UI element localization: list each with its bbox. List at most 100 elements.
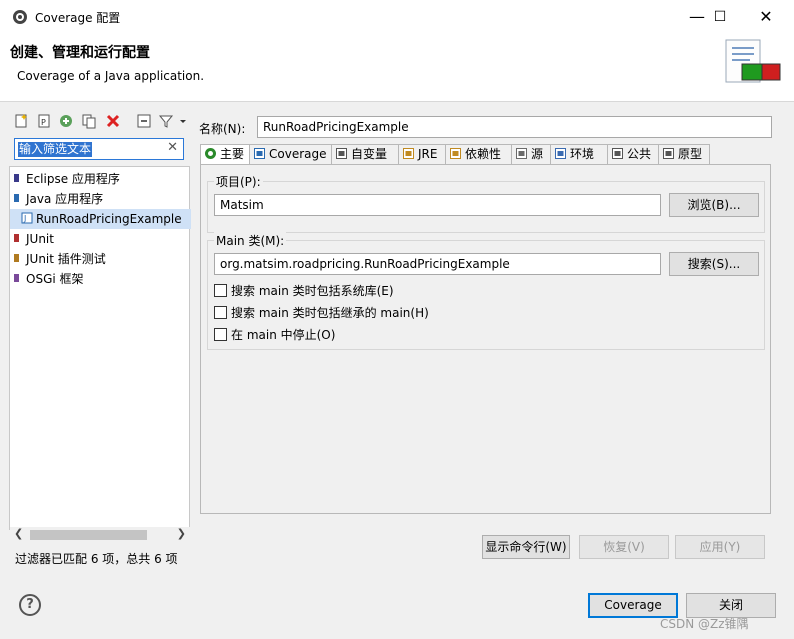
environment-tab-icon (555, 148, 566, 159)
close-window-button[interactable]: ✕ (743, 0, 789, 34)
show-command-line-button[interactable]: 显示命令行(W) (482, 535, 570, 559)
tab-prototype[interactable]: 原型 (658, 144, 710, 164)
apply-button[interactable]: 应用(Y) (675, 535, 765, 559)
filter-status: 过滤器已匹配 6 项，总共 6 项 (15, 552, 178, 566)
tab-label: 公共 (627, 147, 652, 161)
configuration-editor: 名称(N): RunRoadPricingExample 主要 Coverage 自… (193, 110, 778, 570)
header-banner: 创建、管理和运行配置 Coverage of a Java applicatio… (0, 34, 794, 102)
project-group: 项目(P): Matsim 浏览(B)... (207, 173, 765, 233)
main-class-field[interactable]: org.matsim.roadpricing.RunRoadPricingExa… (214, 253, 661, 275)
tree-item[interactable]: JUnit 插件测试 (10, 249, 106, 269)
tab-label: JRE (418, 147, 438, 161)
duplicate-configuration-icon[interactable] (81, 113, 97, 129)
svg-text:P: P (41, 118, 46, 127)
help-icon[interactable]: ? (19, 594, 41, 616)
configuration-toolbar: P (9, 110, 190, 134)
scroll-left-icon[interactable]: ❮ (14, 527, 23, 540)
include-system-libraries-checkbox[interactable]: 搜索 main 类时包括系统库(E) (214, 284, 394, 300)
maximize-button[interactable]: ☐ (697, 0, 743, 34)
stop-in-main-checkbox[interactable]: 在 main 中停止(O) (214, 328, 335, 344)
include-inherited-mains-checkbox[interactable]: 搜索 main 类时包括继承的 main(H) (214, 306, 429, 322)
configuration-tree: Eclipse 应用程序 Java 应用程序 J RunRoadPricingExam… (9, 166, 191, 530)
filter-icon[interactable] (158, 113, 174, 129)
project-field[interactable]: Matsim (214, 194, 661, 216)
dependencies-tab-icon (450, 148, 461, 159)
export-configuration-icon[interactable] (58, 113, 74, 129)
watermark: CSDN @Zz锥隅 (660, 617, 749, 631)
main-tab-icon (205, 148, 216, 159)
window-title: Coverage 配置 (35, 11, 121, 25)
banner-title: 创建、管理和运行配置 (10, 45, 150, 61)
eclipse-app-icon (14, 174, 19, 182)
tree-horizontal-scrollbar[interactable]: ❮ ❯ (10, 527, 190, 543)
tree-item-label: JUnit 插件测试 (26, 252, 106, 266)
new-prototype-icon[interactable]: P (36, 113, 52, 129)
source-tab-icon (516, 148, 527, 159)
svg-text:J: J (23, 214, 26, 223)
arguments-tab-icon (336, 148, 347, 159)
tab-label: 源 (531, 147, 544, 161)
tree-item[interactable]: Java 应用程序 (10, 189, 103, 209)
tab-coverage[interactable]: Coverage (249, 144, 332, 164)
main-class-group-label: Main 类(M): (214, 232, 287, 249)
tab-dependencies[interactable]: 依赖性 (445, 144, 512, 164)
checkbox-box[interactable] (214, 284, 227, 297)
project-group-label: 项目(P): (214, 173, 263, 190)
tab-source[interactable]: 源 (511, 144, 551, 164)
search-button[interactable]: 搜索(S)... (669, 252, 759, 276)
tree-item-label: Eclipse 应用程序 (26, 172, 120, 186)
tab-label: 原型 (678, 147, 703, 161)
tree-item-label: JUnit (26, 232, 54, 246)
prototype-tab-icon (663, 148, 674, 159)
title-bar: Coverage 配置 — ☐ ✕ (0, 0, 794, 34)
filter-input-selected-text: 输入筛选文本 (18, 142, 93, 157)
revert-button[interactable]: 恢复(V) (579, 535, 669, 559)
checkbox-label: 搜索 main 类时包括系统库(E) (231, 284, 394, 298)
tree-item[interactable]: OSGi 框架 (10, 269, 84, 289)
tree-item[interactable]: J RunRoadPricingExample (10, 209, 191, 229)
tab-jre[interactable]: JRE (398, 144, 446, 164)
filter-input-box[interactable]: 输入筛选文本 ✕ (14, 138, 184, 160)
java-app-icon (14, 194, 19, 202)
tree-item[interactable]: Eclipse 应用程序 (10, 169, 120, 189)
eclipse-gear-icon (13, 10, 27, 24)
java-class-icon: J (21, 212, 33, 224)
checkbox-box[interactable] (214, 328, 227, 341)
tree-item-label: RunRoadPricingExample (36, 212, 182, 226)
name-field[interactable]: RunRoadPricingExample (257, 116, 772, 138)
tab-environment[interactable]: 环境 (550, 144, 608, 164)
editor-tabs: 主要 Coverage 自变量 JRE 依赖性 源 环境 公共 原型 (200, 144, 770, 165)
main-tab-content: 项目(P): Matsim 浏览(B)... Main 类(M): org.ma… (200, 164, 771, 514)
main-class-group: Main 类(M): org.matsim.roadpricing.RunRoa… (207, 232, 765, 350)
banner-subtitle: Coverage of a Java application. (17, 69, 205, 83)
new-configuration-icon[interactable] (13, 113, 29, 129)
common-tab-icon (612, 148, 623, 159)
delete-configuration-icon[interactable] (105, 113, 121, 129)
tab-label: 环境 (570, 147, 595, 161)
tree-item[interactable]: JUnit (10, 229, 54, 249)
scrollbar-thumb[interactable] (30, 530, 147, 540)
tree-item-label: Java 应用程序 (26, 192, 104, 206)
tab-common[interactable]: 公共 (607, 144, 659, 164)
scroll-right-icon[interactable]: ❯ (177, 527, 186, 540)
junit-plugin-icon (14, 254, 19, 262)
collapse-all-icon[interactable] (136, 113, 152, 129)
osgi-icon (14, 274, 19, 282)
name-label: 名称(N): (199, 122, 246, 136)
jre-tab-icon (403, 148, 414, 159)
coverage-tab-icon (254, 148, 265, 159)
tab-main[interactable]: 主要 (200, 144, 250, 165)
tree-item-label: OSGi 框架 (26, 272, 84, 286)
tab-label: 主要 (220, 147, 245, 161)
checkbox-box[interactable] (214, 306, 227, 319)
checkbox-label: 搜索 main 类时包括继承的 main(H) (231, 306, 429, 320)
clear-filter-icon[interactable]: ✕ (167, 140, 178, 155)
filter-menu-chevron-down-icon[interactable] (179, 113, 187, 129)
tab-label: 自变量 (351, 147, 388, 161)
junit-icon (14, 234, 19, 242)
tab-arguments[interactable]: 自变量 (331, 144, 399, 164)
checkbox-label: 在 main 中停止(O) (231, 328, 336, 342)
browse-button[interactable]: 浏览(B)... (669, 193, 759, 217)
tab-label: Coverage (269, 147, 327, 161)
coverage-banner-icon (725, 39, 781, 83)
